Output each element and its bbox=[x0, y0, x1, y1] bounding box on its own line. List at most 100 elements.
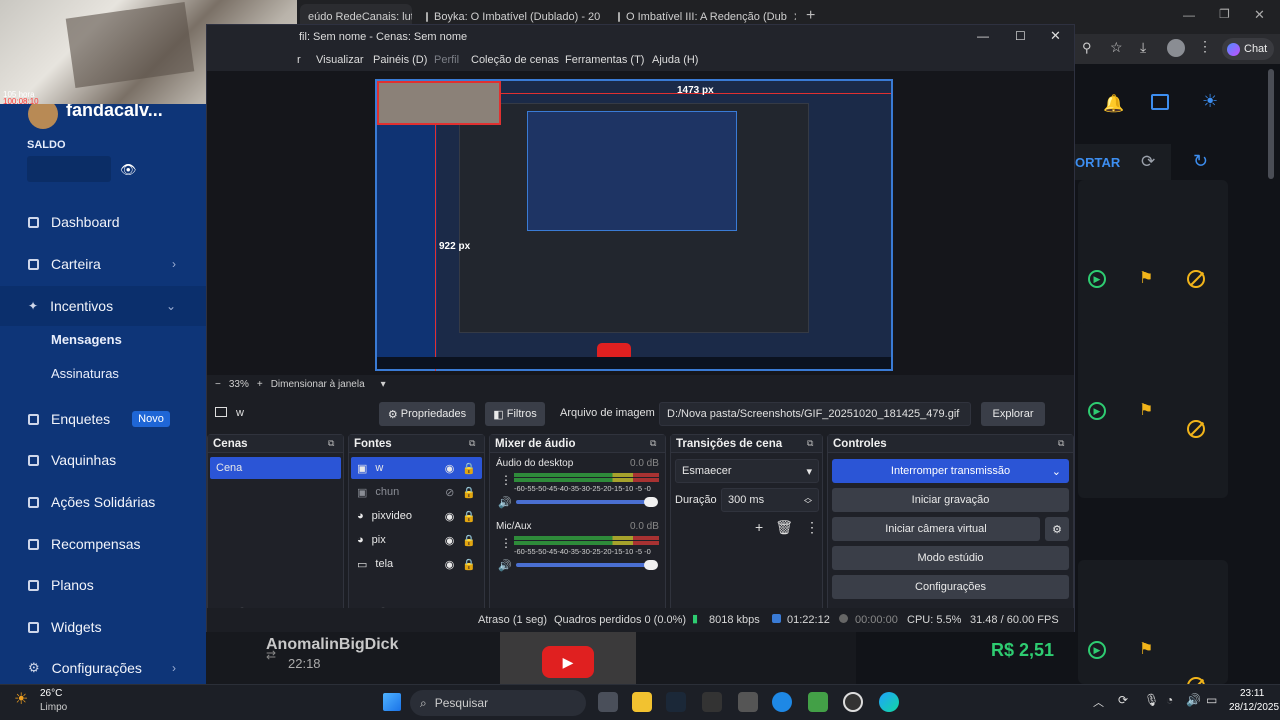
studio-mode-button[interactable]: Modo estúdio bbox=[832, 546, 1069, 570]
menu-item-perfil[interactable]: Perfil bbox=[434, 54, 459, 66]
app-icon[interactable] bbox=[702, 692, 722, 712]
transition-select[interactable]: Esmaecer ▾ bbox=[675, 459, 819, 483]
start-recording-button[interactable]: Iniciar gravação bbox=[832, 488, 1069, 512]
lock-icon[interactable]: 🔒 bbox=[462, 486, 482, 499]
zoom-out-button[interactable]: − bbox=[215, 379, 221, 390]
source-item[interactable]: ◕ pix ◉ 🔒 bbox=[351, 529, 482, 551]
selected-source-box[interactable] bbox=[377, 81, 501, 125]
steam-icon[interactable] bbox=[666, 692, 686, 712]
popout-icon[interactable]: ⧉ bbox=[1058, 438, 1064, 449]
sidebar-item-dashboard[interactable]: Dashboard bbox=[0, 202, 206, 242]
menu-item-ajuda[interactable]: Ajuda (H) bbox=[652, 54, 698, 66]
sidebar-item-mensagens[interactable]: Mensagens bbox=[51, 332, 122, 347]
battery-icon[interactable]: ▭ bbox=[1206, 693, 1217, 707]
bell-icon[interactable]: 🔔 bbox=[1103, 94, 1124, 114]
browse-button[interactable]: Explorar bbox=[981, 402, 1045, 426]
maximize-icon[interactable]: ❐ bbox=[1219, 7, 1230, 21]
chevron-down-icon[interactable]: ▾ bbox=[381, 379, 386, 390]
image-path-field[interactable]: D:/Nova pasta/Screenshots/GIF_20251020_1… bbox=[659, 402, 971, 426]
profile-avatar[interactable] bbox=[1167, 39, 1185, 57]
sidebar-item-planos[interactable]: Planos bbox=[0, 565, 206, 605]
duration-stepper[interactable]: 300 ms ︿ ﹀ bbox=[721, 488, 819, 512]
minimize-icon[interactable]: — bbox=[977, 29, 989, 43]
obs-icon[interactable] bbox=[843, 692, 863, 712]
close-icon[interactable]: ✕ bbox=[1254, 7, 1265, 23]
popout-icon[interactable]: ⧉ bbox=[650, 438, 656, 449]
sidebar-item-configuracoes[interactable]: ⚙ Configurações › bbox=[0, 648, 206, 688]
volume-slider[interactable] bbox=[516, 500, 654, 504]
block-icon[interactable] bbox=[1187, 420, 1205, 438]
import-button[interactable]: ORTAR bbox=[1075, 144, 1171, 180]
sidebar-item-acoes-solidarias[interactable]: Ações Solidárias bbox=[0, 482, 206, 522]
add-icon[interactable]: + bbox=[755, 519, 763, 536]
menu-item-colecao[interactable]: Coleção de cenas bbox=[471, 54, 559, 66]
close-icon[interactable]: ✕ bbox=[793, 10, 796, 24]
popout-icon[interactable]: ⧉ bbox=[807, 438, 813, 449]
refresh-icon[interactable]: ⟳ bbox=[1141, 152, 1155, 172]
mic-icon[interactable]: 🎙 bbox=[1144, 693, 1159, 707]
play-icon[interactable]: ▶ bbox=[1088, 402, 1106, 420]
popout-icon[interactable]: ⧉ bbox=[469, 438, 475, 449]
source-item[interactable]: ◕ pixvideo ◉ 🔒 bbox=[351, 505, 482, 527]
reload-icon[interactable]: ↻ bbox=[1193, 151, 1208, 172]
menu-item-ferramentas[interactable]: Ferramentas (T) bbox=[565, 54, 644, 66]
block-icon[interactable] bbox=[1187, 270, 1205, 288]
eye-icon[interactable]: ◉ bbox=[445, 462, 455, 475]
edge-icon[interactable] bbox=[879, 692, 899, 712]
star-icon[interactable]: ☆ bbox=[1110, 39, 1123, 56]
wifi-icon[interactable]: ◔ bbox=[1166, 693, 1173, 707]
lock-icon[interactable]: 🔒 bbox=[462, 534, 482, 547]
menu-icon[interactable]: ⋮ bbox=[1198, 38, 1212, 55]
kebab-icon[interactable]: ⋮ bbox=[500, 473, 512, 487]
minimize-icon[interactable]: — bbox=[1183, 8, 1195, 22]
start-virtual-camera-button[interactable]: Iniciar câmera virtual bbox=[832, 517, 1040, 541]
properties-button[interactable]: ⚙ Propriedades bbox=[379, 402, 475, 426]
filters-button[interactable]: ◧ Filtros bbox=[485, 402, 545, 426]
youtube-play-icon[interactable]: ▶ bbox=[542, 646, 594, 678]
zoom-in-button[interactable]: + bbox=[257, 379, 263, 390]
sun-icon[interactable]: ☀ bbox=[1202, 91, 1218, 112]
lock-icon[interactable]: 🔒 bbox=[462, 558, 482, 571]
play-icon[interactable]: ▶ bbox=[1088, 641, 1106, 659]
weather-icon[interactable]: ☀ bbox=[14, 689, 28, 709]
sidebar-item-incentivos[interactable]: ✦ Incentivos ⌄ bbox=[0, 286, 206, 326]
speaker-icon[interactable]: 🔊 bbox=[498, 496, 512, 509]
popout-icon[interactable]: ⧉ bbox=[328, 438, 334, 449]
windows-start-icon[interactable] bbox=[383, 693, 401, 711]
file-explorer-icon[interactable] bbox=[632, 692, 652, 712]
zoom-mode[interactable]: Dimensionar à janela bbox=[271, 379, 365, 390]
stop-streaming-button[interactable]: Interromper transmissão ⌄ bbox=[832, 459, 1069, 483]
volume-icon[interactable]: 🔊 bbox=[1186, 693, 1201, 707]
sidebar-item-assinaturas[interactable]: Assinaturas bbox=[51, 366, 119, 381]
volume-slider-handle[interactable] bbox=[644, 560, 658, 570]
eye-icon[interactable]: 👁 bbox=[120, 162, 137, 178]
kebab-icon[interactable]: ⋮ bbox=[500, 536, 512, 550]
eye-icon[interactable]: ◉ bbox=[445, 534, 455, 547]
menu-item[interactable]: r bbox=[297, 54, 301, 66]
flag-icon[interactable]: ⚑ bbox=[1139, 639, 1153, 659]
kebab-icon[interactable]: ⋮ bbox=[805, 519, 819, 536]
volume-slider-handle[interactable] bbox=[644, 497, 658, 507]
play-icon[interactable]: ▶ bbox=[1088, 270, 1106, 288]
menu-item-visualizar[interactable]: Visualizar bbox=[316, 54, 364, 66]
scrollbar[interactable] bbox=[1268, 69, 1274, 179]
close-icon[interactable]: ✕ bbox=[1050, 28, 1061, 44]
source-item[interactable]: ▣ w ◉ 🔒 bbox=[351, 457, 482, 479]
chat-button[interactable]: Chat bbox=[1222, 38, 1274, 60]
maximize-icon[interactable]: ☐ bbox=[1015, 29, 1026, 43]
source-item[interactable]: ▣ chun ⊘ 🔒 bbox=[351, 481, 482, 503]
flag-icon[interactable]: ⚑ bbox=[1139, 268, 1153, 288]
app-icon[interactable] bbox=[772, 692, 792, 712]
chevron-up-icon[interactable]: ︿ bbox=[1093, 694, 1104, 710]
task-view-icon[interactable] bbox=[598, 692, 618, 712]
clock-time[interactable]: 23:11 bbox=[1240, 688, 1264, 699]
clock-date[interactable]: 28/12/2025 bbox=[1229, 702, 1279, 713]
obs-preview[interactable]: 1473 px 922 px bbox=[207, 71, 1074, 375]
app-icon[interactable] bbox=[808, 692, 828, 712]
eye-hidden-icon[interactable]: ⊘ bbox=[445, 486, 454, 499]
eye-icon[interactable]: ◉ bbox=[445, 558, 455, 571]
sidebar-item-carteira[interactable]: Carteira › bbox=[0, 244, 206, 284]
layout-icon[interactable] bbox=[1151, 94, 1169, 110]
flag-icon[interactable]: ⚑ bbox=[1139, 400, 1153, 420]
settings-button[interactable]: Configurações bbox=[832, 575, 1069, 599]
